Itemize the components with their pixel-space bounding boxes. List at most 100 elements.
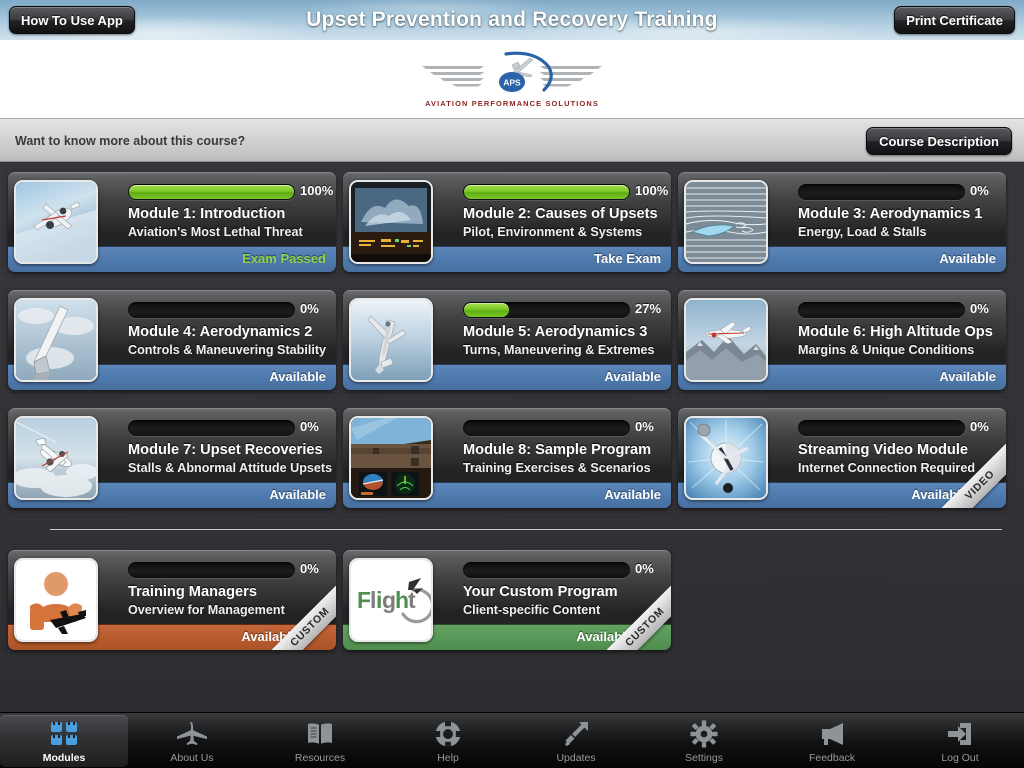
tab-label: Feedback: [808, 752, 856, 764]
tab-label: Log Out: [941, 752, 979, 764]
progress-percent: 0%: [970, 419, 989, 434]
tab-modules[interactable]: Modules: [0, 715, 128, 767]
progress-bar: [128, 420, 295, 436]
manager-person-plane-icon: [14, 558, 98, 642]
progress-bar: [128, 302, 295, 318]
module-subtitle: Controls & Maneuvering Stability: [128, 343, 327, 357]
module-title: Module 6: High Altitude Ops: [798, 324, 993, 340]
course-description-bar: Want to know more about this course? Cou…: [0, 118, 1024, 162]
module-card[interactable]: Fl i g h t 0% Your Custom Program Client-specif…: [343, 550, 671, 650]
module-subtitle: Client-specific Content: [463, 603, 601, 617]
module-card[interactable]: 100% Module 2: Causes of Upsets Pilot, Env…: [343, 172, 671, 272]
module-title: Module 8: Sample Program: [463, 442, 652, 458]
module-title: Module 4: Aerodynamics 2: [128, 324, 313, 340]
module-status[interactable]: Available: [604, 482, 661, 508]
bottom-tab-bar: Modules About Us Resources Help Updates Setti…: [0, 712, 1024, 768]
tab-settings[interactable]: Settings: [640, 715, 768, 767]
svg-text:F: F: [357, 587, 371, 613]
module-card[interactable]: 27% Module 5: Aerodynamics 3 Turns, Maneuv…: [343, 290, 671, 390]
tab-log-out[interactable]: Log Out: [896, 715, 1024, 767]
module-subtitle: Pilot, Environment & Systems: [463, 225, 643, 239]
glass-cockpit-icon: [349, 416, 433, 500]
module-card[interactable]: 0% Streaming Video Module Internet Connect…: [678, 408, 1006, 508]
progress-bar: [798, 184, 965, 200]
how-to-use-app-button[interactable]: How To Use App: [9, 6, 135, 34]
jet-over-mountains-icon: [684, 298, 768, 382]
module-status[interactable]: Exam Passed: [242, 246, 326, 272]
megaphone-icon: [768, 719, 896, 749]
module-subtitle: Overview for Management: [128, 603, 285, 617]
lifering-icon: [384, 719, 512, 749]
module-status[interactable]: Available: [939, 246, 996, 272]
progress-percent: 100%: [635, 183, 669, 198]
jet-banking-clouds-icon: [14, 416, 98, 500]
module-card[interactable]: 0% Training Managers Overview for Manageme…: [8, 550, 336, 650]
app-root: Upset Prevention and Recovery Training H…: [0, 0, 1024, 768]
svg-text:APS: APS: [503, 78, 521, 88]
airflow-wing-icon: [684, 180, 768, 264]
module-status[interactable]: Available: [269, 482, 326, 508]
module-status[interactable]: Available: [269, 364, 326, 390]
module-status[interactable]: Take Exam: [594, 246, 661, 272]
print-certificate-button[interactable]: Print Certificate: [894, 6, 1015, 34]
progress-percent: 0%: [970, 301, 989, 316]
progress-bar: [128, 184, 295, 200]
progress-bar: [463, 184, 630, 200]
progress-bar: [798, 420, 965, 436]
airliner-descending-icon: [14, 180, 98, 264]
logo-band: APS AVIATION PERFORMANCE SOLUTIONS: [0, 40, 1024, 118]
logo-tagline: AVIATION PERFORMANCE SOLUTIONS: [425, 99, 599, 108]
flight-logo-icon: Flight: [349, 558, 433, 642]
tab-updates[interactable]: Updates: [512, 715, 640, 767]
gear-icon: [640, 719, 768, 749]
tab-label: Modules: [42, 752, 86, 764]
course-prompt-text: Want to know more about this course?: [15, 134, 246, 148]
airplane-icon: [128, 719, 256, 749]
module-card[interactable]: 0% Module 4: Aerodynamics 2 Controls & Man…: [8, 290, 336, 390]
progress-percent: 0%: [300, 301, 319, 316]
progress-bar: [463, 420, 630, 436]
progress-percent: 0%: [970, 183, 989, 198]
module-card[interactable]: 0% Module 7: Upset Recoveries Stalls & Abn…: [8, 408, 336, 508]
module-subtitle: Aviation's Most Lethal Threat: [128, 225, 303, 239]
module-subtitle: Internet Connection Required: [798, 461, 976, 475]
module-title: Your Custom Program: [463, 584, 618, 600]
progress-percent: 0%: [300, 419, 319, 434]
winglet-sky-icon: [14, 298, 98, 382]
progress-bar: [128, 562, 295, 578]
course-description-button[interactable]: Course Description: [866, 127, 1012, 155]
progress-bar: [463, 562, 630, 578]
progress-bar: [798, 302, 965, 318]
module-card[interactable]: 100% Module 1: Introduction Aviation's Mos…: [8, 172, 336, 272]
module-card[interactable]: 0% Module 6: High Altitude Ops Margins & U…: [678, 290, 1006, 390]
module-title: Module 5: Aerodynamics 3: [463, 324, 648, 340]
tab-label: About Us: [170, 752, 214, 764]
page-title: Upset Prevention and Recovery Training: [306, 8, 718, 31]
aps-wings-icon: APS: [422, 51, 602, 92]
progress-percent: 0%: [300, 561, 319, 576]
progress-percent: 0%: [635, 419, 654, 434]
tab-about-us[interactable]: About Us: [128, 715, 256, 767]
module-status[interactable]: Available: [939, 364, 996, 390]
module-title: Module 1: Introduction: [128, 206, 286, 222]
tab-label: Resources: [294, 752, 346, 764]
module-title: Module 3: Aerodynamics 1: [798, 206, 983, 222]
aps-logo: APS AVIATION PERFORMANCE SOLUTIONS: [414, 48, 610, 110]
module-card[interactable]: 0% Module 3: Aerodynamics 1 Energy, Load &…: [678, 172, 1006, 272]
aerobatic-plane-icon: [349, 298, 433, 382]
module-card[interactable]: 0% Module 8: Sample Program Training Exerc…: [343, 408, 671, 508]
tab-feedback[interactable]: Feedback: [768, 715, 896, 767]
book-icon: [256, 719, 384, 749]
app-header: Upset Prevention and Recovery Training H…: [0, 0, 1024, 40]
module-title: Training Managers: [128, 584, 257, 600]
svg-text:h: h: [395, 587, 409, 613]
module-title: Streaming Video Module: [798, 442, 969, 458]
tab-help[interactable]: Help: [384, 715, 512, 767]
tab-resources[interactable]: Resources: [256, 715, 384, 767]
module-title: Module 7: Upset Recoveries: [128, 442, 323, 458]
cockpit-storm-icon: [349, 180, 433, 264]
module-status[interactable]: Available: [604, 364, 661, 390]
module-subtitle: Stalls & Abnormal Attitude Upsets: [128, 461, 333, 475]
progress-bar: [463, 302, 630, 318]
svg-text:g: g: [382, 587, 396, 613]
